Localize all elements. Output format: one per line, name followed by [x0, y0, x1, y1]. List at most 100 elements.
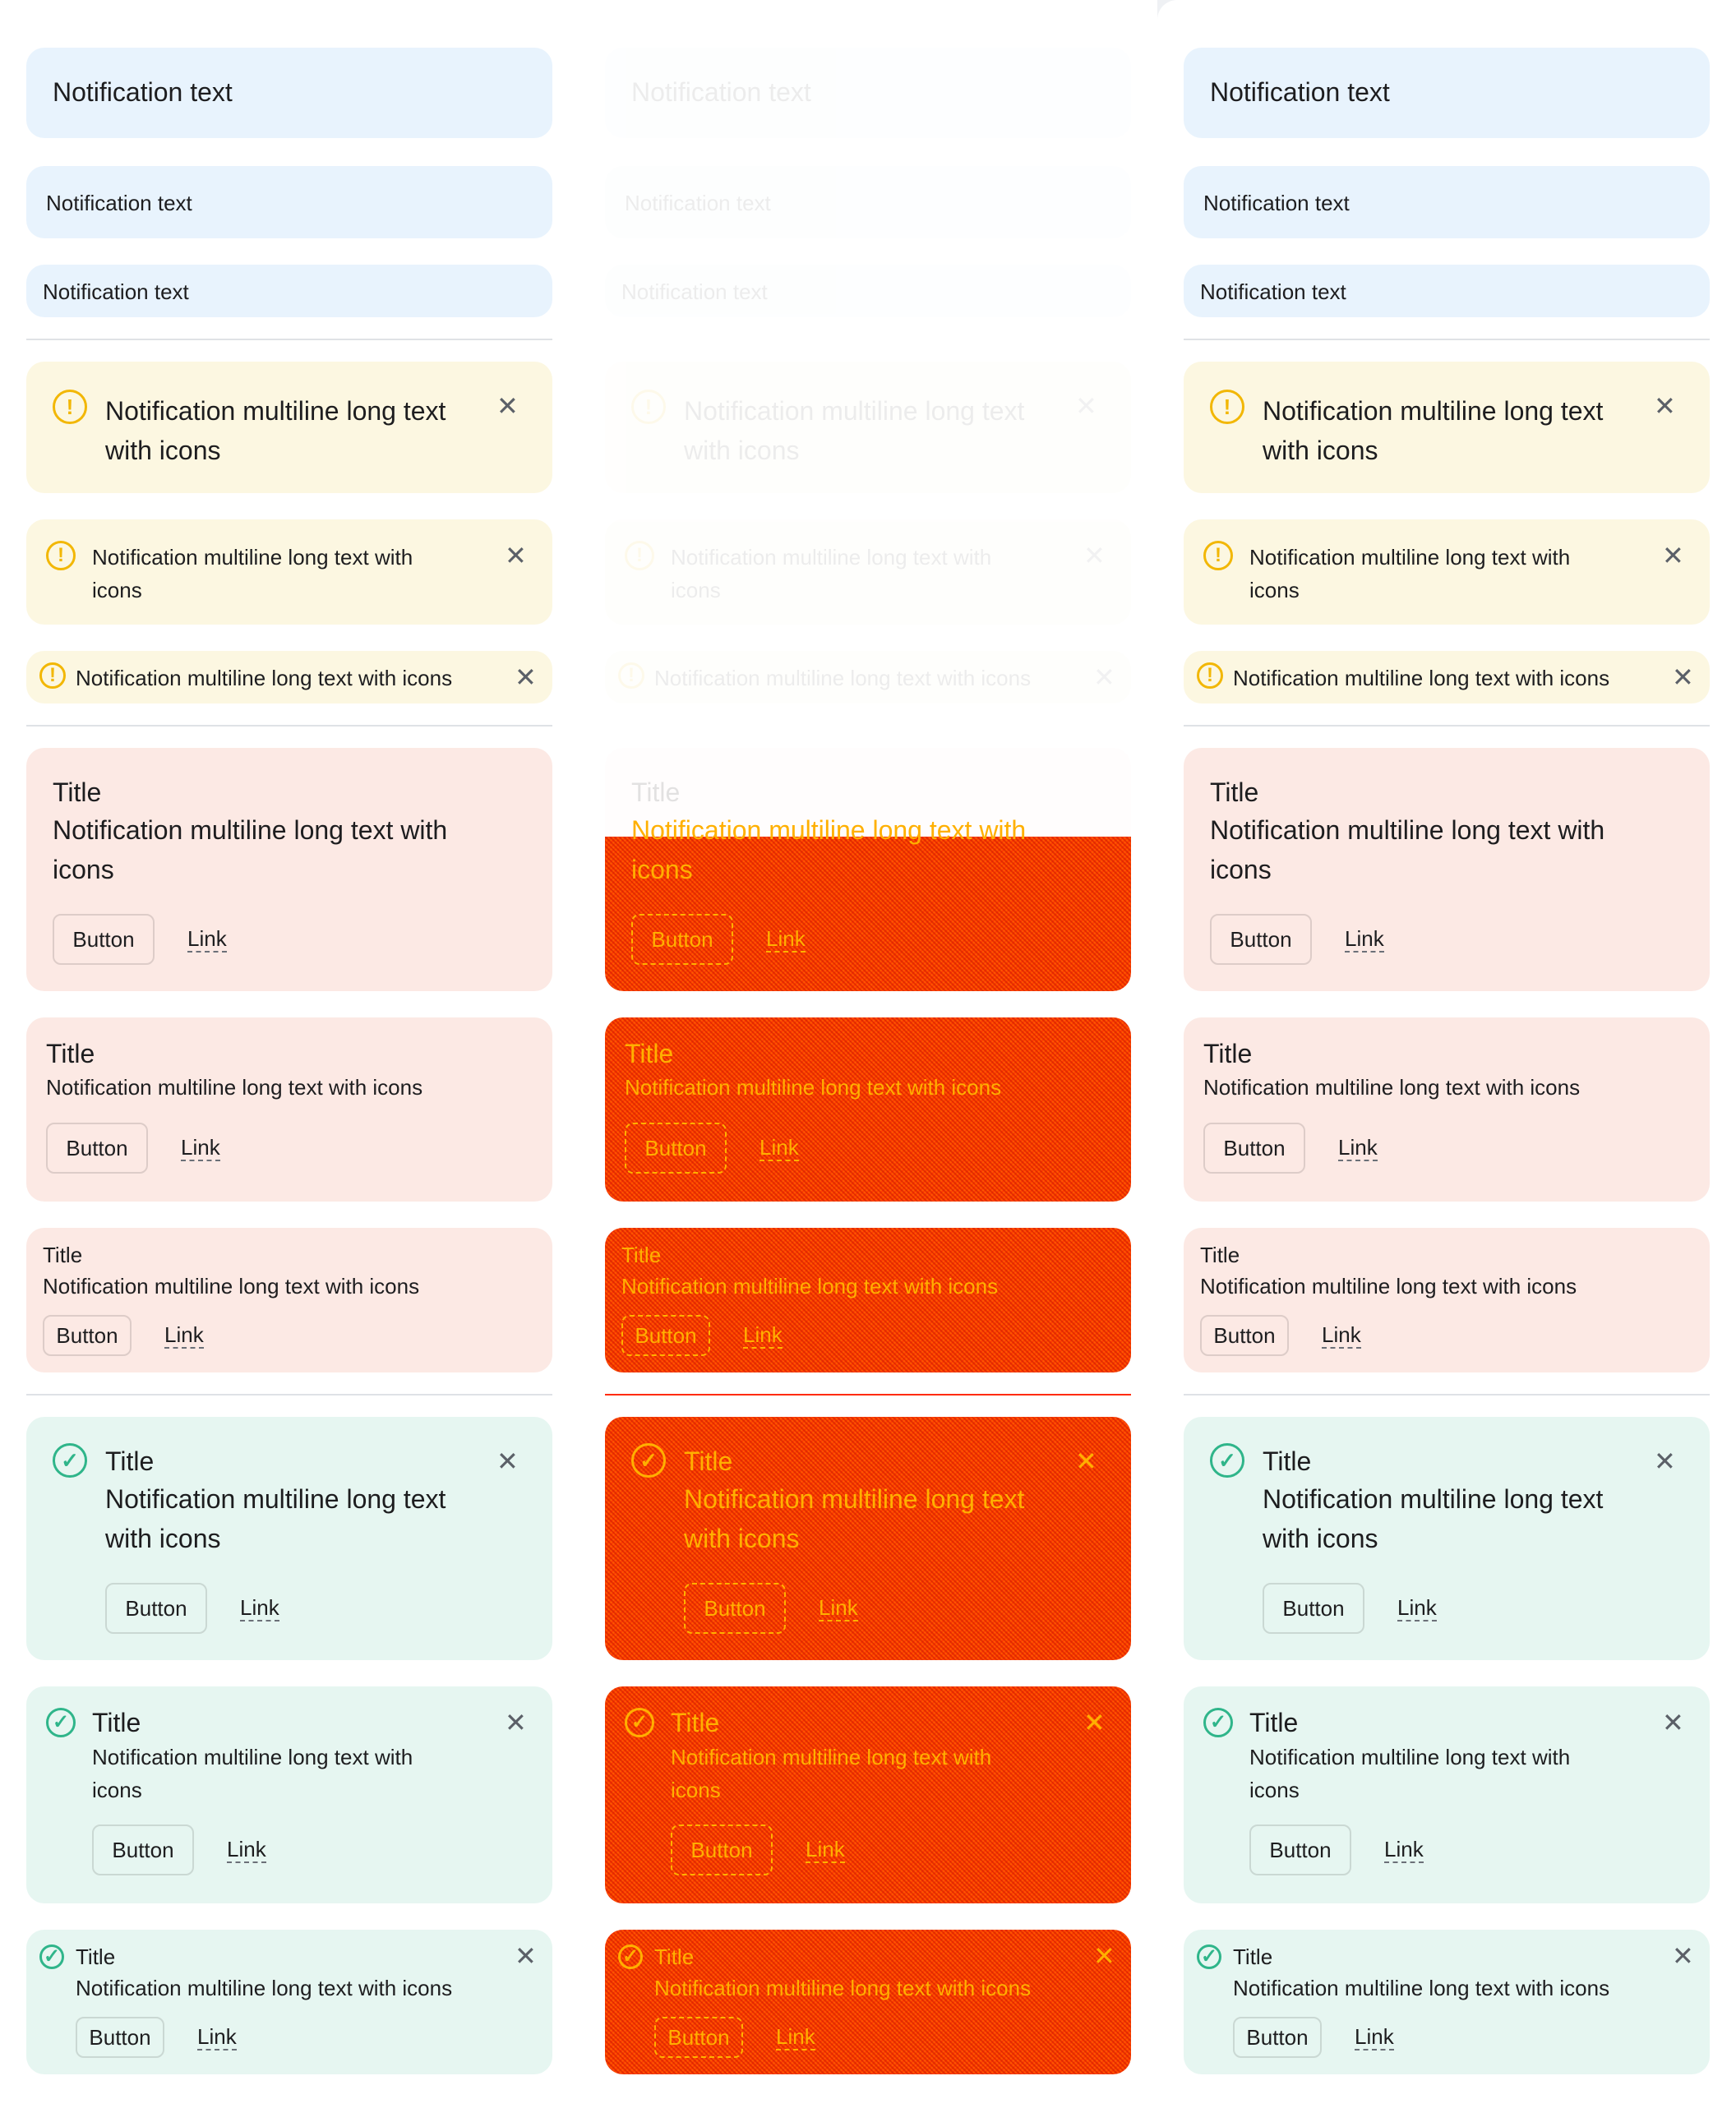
notification-text: Notification text [1203, 191, 1350, 215]
notification-title: Title [43, 1243, 83, 1267]
notification-title: Title [631, 777, 681, 807]
close-icon[interactable]: ✕ [1083, 542, 1106, 569]
close-icon[interactable]: ✕ [1075, 393, 1097, 419]
action-link[interactable]: Link [819, 1596, 858, 1621]
column-highlighted: Notification text Notification text Noti… [579, 0, 1157, 2122]
close-icon[interactable]: ✕ [1075, 1448, 1097, 1474]
action-link[interactable]: Link [1397, 1596, 1437, 1621]
notification-title: Title [1233, 1944, 1273, 1969]
check-circle-icon: ✓ [1203, 1708, 1233, 1737]
notification-success-medium: ✓ Title Notification multiline long text… [26, 1686, 552, 1903]
close-icon[interactable]: ✕ [1654, 393, 1676, 419]
action-button[interactable]: Button [1210, 914, 1312, 965]
notification-success-small: ✓ Title Notification multiline long text… [605, 1930, 1131, 2074]
action-button[interactable]: Button [1233, 2017, 1322, 2058]
action-link[interactable]: Link [1338, 1136, 1378, 1161]
action-link[interactable]: Link [1345, 927, 1384, 953]
notification-text: Notification multiline long text with ic… [654, 1976, 1032, 2000]
action-link[interactable]: Link [240, 1596, 279, 1621]
action-button[interactable]: Button [671, 1824, 773, 1875]
action-button[interactable]: Button [76, 2017, 164, 2058]
close-icon[interactable]: ✕ [1672, 1943, 1694, 1969]
notification-title: Title [1203, 1039, 1253, 1068]
action-link[interactable]: Link [1355, 2025, 1394, 2050]
action-button[interactable]: Button [1203, 1123, 1305, 1174]
action-link[interactable]: Link [806, 1838, 845, 1863]
alert-circle-icon: ! [625, 541, 654, 570]
check-circle-icon: ✓ [625, 1708, 654, 1737]
close-icon[interactable]: ✕ [515, 1943, 537, 1969]
notification-warning-large: ! Notification multiline long text with … [26, 362, 552, 493]
action-link[interactable]: Link [227, 1838, 266, 1863]
action-button[interactable]: Button [621, 1315, 710, 1356]
action-link[interactable]: Link [1384, 1838, 1424, 1863]
action-button[interactable]: Button [43, 1315, 132, 1356]
notification-title: Title [1263, 1446, 1312, 1476]
notification-text: Notification multiline long text with ic… [1263, 1484, 1604, 1553]
notification-title: Title [621, 1243, 662, 1267]
alert-circle-icon: ! [1203, 541, 1233, 570]
close-icon[interactable]: ✕ [505, 542, 527, 569]
action-button[interactable]: Button [53, 914, 155, 965]
close-icon[interactable]: ✕ [1083, 1709, 1106, 1736]
notification-title: Title [684, 1446, 733, 1476]
notification-text: Notification multiline long text with ic… [92, 545, 413, 602]
notification-warning-large: ! Notification multiline long text with … [1184, 362, 1710, 493]
action-link[interactable]: Link [1322, 1323, 1361, 1349]
column-variant: Notification text Notification text Noti… [1157, 0, 1736, 2122]
close-icon[interactable]: ✕ [1093, 1943, 1115, 1969]
action-button[interactable]: Button [684, 1583, 786, 1634]
notification-info-small: Notification text [1184, 265, 1710, 317]
action-button[interactable]: Button [92, 1824, 194, 1875]
notification-info-large: Notification text [26, 48, 552, 138]
check-circle-icon: ✓ [631, 1443, 666, 1478]
action-link[interactable]: Link [743, 1323, 783, 1349]
notification-text: Notification multiline long text with ic… [684, 396, 1025, 465]
close-icon[interactable]: ✕ [515, 664, 537, 690]
close-icon[interactable]: ✕ [1672, 664, 1694, 690]
notification-text: Notification multiline long text with ic… [625, 1075, 1002, 1100]
check-circle-icon: ✓ [46, 1708, 76, 1737]
notification-info-large: Notification text [605, 48, 1131, 138]
action-link[interactable]: Link [187, 927, 227, 953]
notification-error-medium: Title Notification multiline long text w… [605, 1017, 1131, 1202]
close-icon[interactable]: ✕ [496, 393, 519, 419]
close-icon[interactable]: ✕ [1093, 664, 1115, 690]
action-button[interactable]: Button [625, 1123, 727, 1174]
action-button[interactable]: Button [1263, 1583, 1364, 1634]
action-button[interactable]: Button [1200, 1315, 1289, 1356]
notification-title: Title [654, 1944, 695, 1969]
notification-text: Notification multiline long text with ic… [43, 1274, 420, 1299]
action-link[interactable]: Link [776, 2025, 815, 2050]
notification-text: Notification multiline long text with ic… [105, 1484, 446, 1553]
close-icon[interactable]: ✕ [496, 1448, 519, 1474]
close-icon[interactable]: ✕ [1662, 1709, 1684, 1736]
action-button[interactable]: Button [1249, 1824, 1351, 1875]
close-icon[interactable]: ✕ [1662, 542, 1684, 569]
action-link[interactable]: Link [766, 927, 806, 953]
notification-success-large: ✓ Title Notification multiline long text… [605, 1417, 1131, 1660]
notification-text: Notification multiline long text with ic… [671, 545, 992, 602]
notification-error-small: Title Notification multiline long text w… [605, 1228, 1131, 1372]
check-circle-icon: ✓ [1210, 1443, 1244, 1478]
notification-error-small: Title Notification multiline long text w… [26, 1228, 552, 1372]
notification-text: Notification multiline long text with ic… [671, 1745, 992, 1802]
action-button[interactable]: Button [654, 2017, 743, 2058]
close-icon[interactable]: ✕ [1654, 1448, 1676, 1474]
notification-title: Title [76, 1944, 116, 1969]
action-button[interactable]: Button [46, 1123, 148, 1174]
action-link[interactable]: Link [181, 1136, 220, 1161]
notification-success-medium: ✓ Title Notification multiline long text… [1184, 1686, 1710, 1903]
close-icon[interactable]: ✕ [505, 1709, 527, 1736]
notification-info-small: Notification text [605, 265, 1131, 317]
action-link[interactable]: Link [760, 1136, 799, 1161]
notification-text: Notification multiline long text with ic… [105, 396, 446, 465]
notification-text: Notification multiline long text with ic… [46, 1075, 423, 1100]
action-link[interactable]: Link [197, 2025, 237, 2050]
notification-info-large: Notification text [1184, 48, 1710, 138]
notification-error-large: Title Notification multiline long text w… [26, 748, 552, 991]
notification-title: Title [46, 1039, 95, 1068]
action-link[interactable]: Link [164, 1323, 204, 1349]
action-button[interactable]: Button [105, 1583, 207, 1634]
action-button[interactable]: Button [631, 914, 733, 965]
